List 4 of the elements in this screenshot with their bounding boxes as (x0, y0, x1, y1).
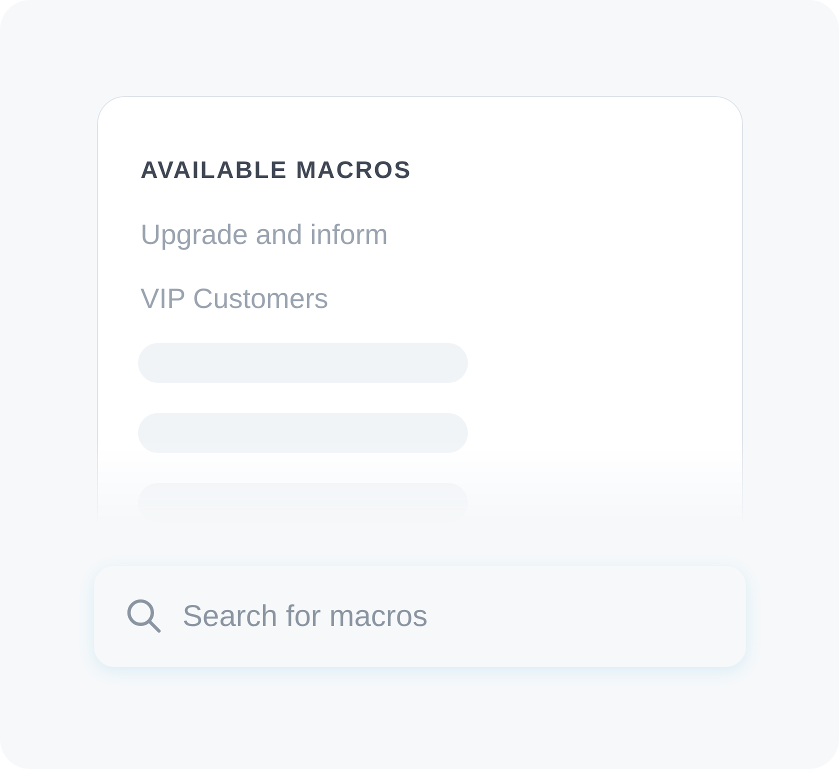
search-field[interactable]: Search for macros (94, 566, 746, 667)
macro-item[interactable]: VIP Customers (140, 281, 698, 317)
macro-item[interactable]: Upgrade and inform (140, 217, 698, 253)
section-heading: AVAILABLE MACROS (140, 156, 413, 186)
